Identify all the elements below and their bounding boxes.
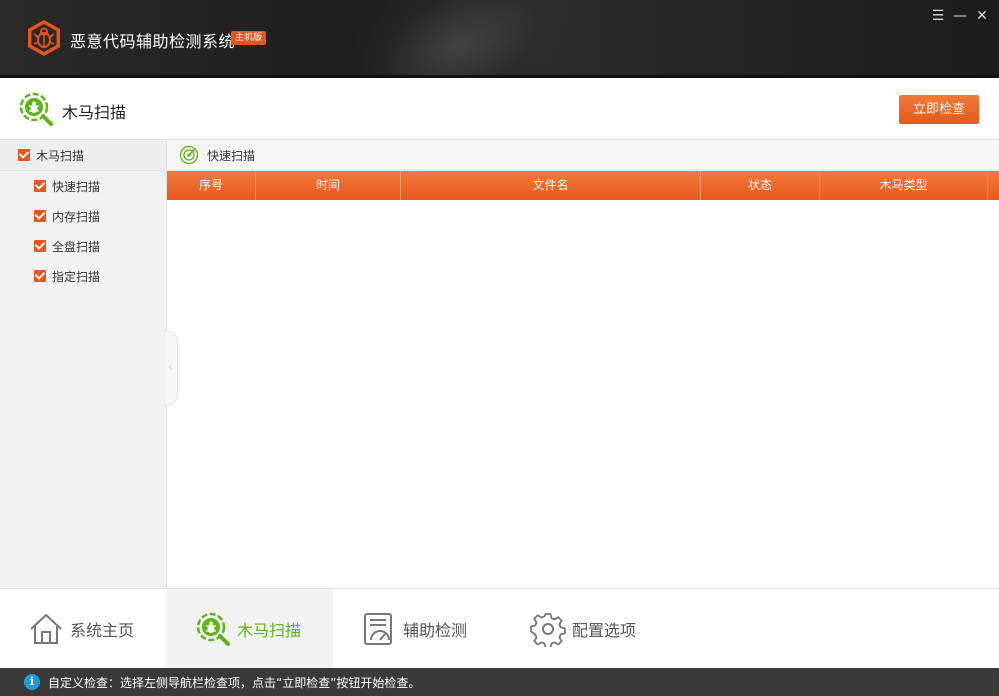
nav-item-label: 辅助检测	[403, 621, 468, 640]
sidebar-collapse-handle[interactable]: ‹	[166, 330, 178, 406]
column-header-trojan-type[interactable]: 木马类型	[820, 171, 988, 200]
nav-item-label: 系统主页	[70, 621, 135, 640]
nav-item-settings[interactable]: 配置选项	[500, 589, 667, 669]
nav-item-trojan-scan[interactable]: 木马扫描	[167, 589, 333, 669]
bottom-nav: 系统主页 木马扫描 辅助检测 配置选项	[0, 588, 999, 669]
sidebar-item-label: 快速扫描	[52, 179, 101, 194]
sidebar-item-memory-scan[interactable]: 内存扫描	[0, 201, 166, 231]
sidebar-item-full-scan[interactable]: 全盘扫描	[0, 231, 166, 261]
column-header-status[interactable]: 状态	[701, 171, 820, 200]
scan-now-button[interactable]: 立即检查	[899, 95, 979, 124]
sidebar-item-label: 内存扫描	[52, 209, 101, 224]
results-table-header: 序号 时间 文件名 状态 木马类型	[167, 171, 999, 200]
checkbox-checked-icon[interactable]	[34, 240, 46, 252]
checkbox-checked-icon[interactable]	[18, 149, 30, 161]
app-title: 恶意代码辅助检测系统	[70, 32, 236, 51]
status-text: 自定义检查：选择左侧导航栏检查项，点击“立即检查”按钮开始检查。	[48, 675, 421, 690]
column-header-filename[interactable]: 文件名	[401, 171, 701, 200]
bug-hexagon-icon	[28, 20, 60, 56]
radar-icon	[179, 145, 199, 165]
checkbox-checked-icon[interactable]	[34, 270, 46, 282]
gear-icon	[530, 613, 566, 647]
sidebar: 木马扫描 快速扫描 内存扫描 全盘扫描 指定扫描	[0, 140, 167, 588]
title-bar: 恶意代码辅助检测系统 主机版 ☰ — ✕	[0, 0, 999, 78]
page-title: 木马扫描	[62, 103, 127, 122]
page-header: 木马扫描 立即检查	[0, 81, 999, 140]
sidebar-item-label: 木马扫描	[36, 148, 85, 163]
edition-badge: 主机版	[231, 31, 267, 45]
column-header-time[interactable]: 时间	[256, 171, 401, 200]
column-header-index[interactable]: 序号	[167, 171, 256, 200]
close-button[interactable]: ✕	[972, 6, 992, 26]
status-bar: i 自定义检查：选择左侧导航栏检查项，点击“立即检查”按钮开始检查。	[0, 668, 999, 696]
info-icon: i	[24, 674, 40, 690]
nav-item-label: 配置选项	[572, 621, 637, 640]
bug-magnifier-icon	[196, 612, 230, 646]
scan-mode-label: 快速扫描	[207, 148, 256, 163]
chevron-left-icon: ‹	[168, 360, 173, 373]
bug-magnifier-icon	[19, 92, 53, 126]
sidebar-item-custom-scan[interactable]: 指定扫描	[0, 261, 166, 291]
title-bar-texture	[310, 0, 610, 75]
report-gauge-icon	[364, 613, 392, 645]
menu-button[interactable]: ☰	[928, 6, 948, 26]
checkbox-checked-icon[interactable]	[34, 210, 46, 222]
nav-item-auxiliary-detection[interactable]: 辅助检测	[333, 589, 500, 669]
nav-item-home[interactable]: 系统主页	[0, 589, 167, 669]
results-panel: 快速扫描 序号 时间 文件名 状态 木马类型	[167, 140, 999, 588]
home-icon	[30, 614, 62, 644]
sidebar-item-label: 全盘扫描	[52, 239, 101, 254]
sidebar-item-label: 指定扫描	[52, 269, 101, 284]
scan-mode-header: 快速扫描	[167, 140, 999, 171]
minimize-button[interactable]: —	[950, 6, 970, 26]
sidebar-item-trojan-scan[interactable]: 木马扫描	[0, 140, 166, 171]
nav-item-label: 木马扫描	[237, 621, 302, 640]
checkbox-checked-icon[interactable]	[34, 180, 46, 192]
sidebar-item-quick-scan[interactable]: 快速扫描	[0, 171, 166, 201]
